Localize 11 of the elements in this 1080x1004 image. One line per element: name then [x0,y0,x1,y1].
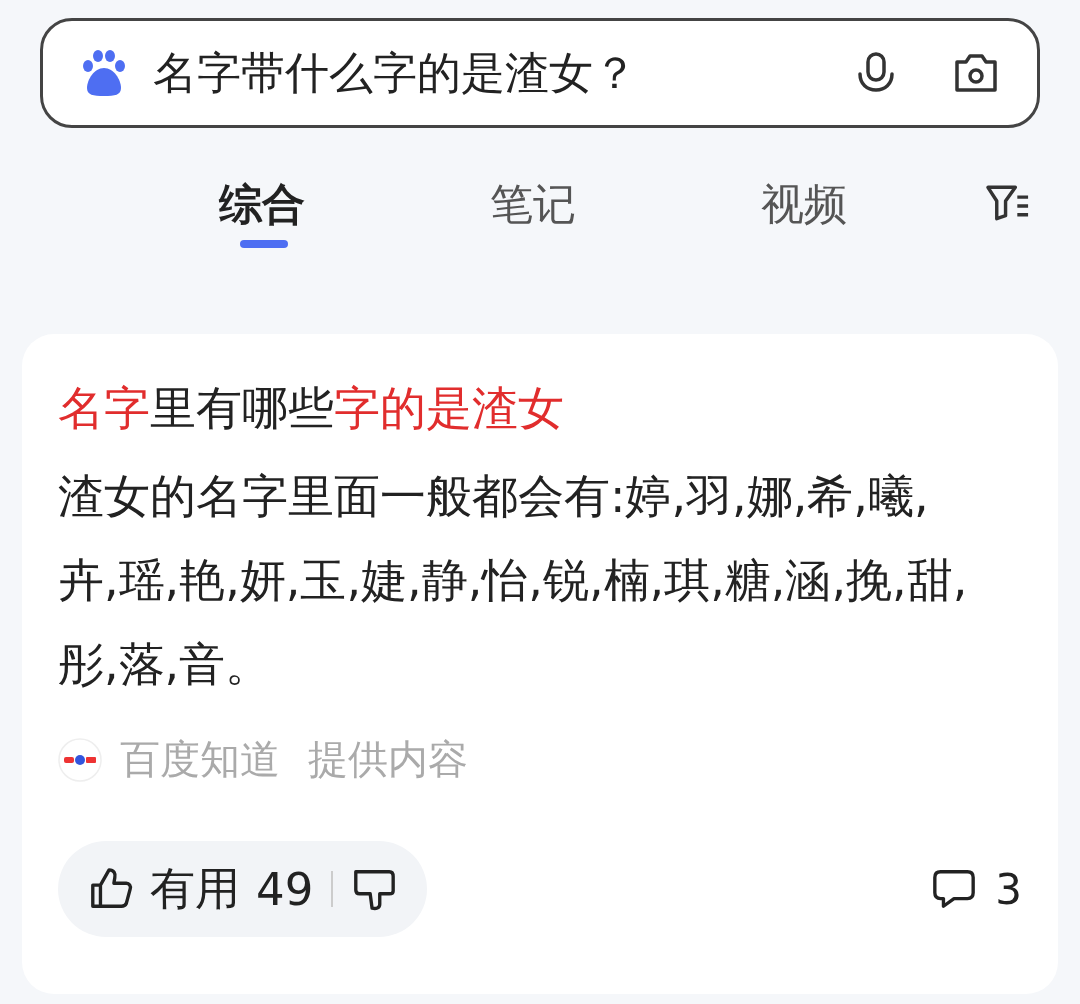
tab[interactable]: 视频 [718,152,890,254]
tab[interactable]: 综合 [176,152,348,254]
answer-title[interactable]: 名字里有哪些字的是渣女 [58,378,1022,440]
source-note: 提供内容 [308,735,468,784]
tab[interactable]: 笔记 [447,152,619,254]
source-logo-icon [58,737,102,782]
comment-button[interactable]: 3 [931,864,1022,914]
useful-button[interactable]: 有用 49 [88,859,314,919]
search-input[interactable]: 名字带什么字的是渣女？ [153,47,801,99]
search-field[interactable]: 名字带什么字的是渣女？ [40,18,1040,128]
answer-text: 渣女的名字里面一般都会有:婷,羽,娜,希,曦,卉,瑶,艳,妍,玉,婕,静,怡,锐,楠,琪,糖,涵,挽,甜,彤,落,音。 [58,468,969,693]
